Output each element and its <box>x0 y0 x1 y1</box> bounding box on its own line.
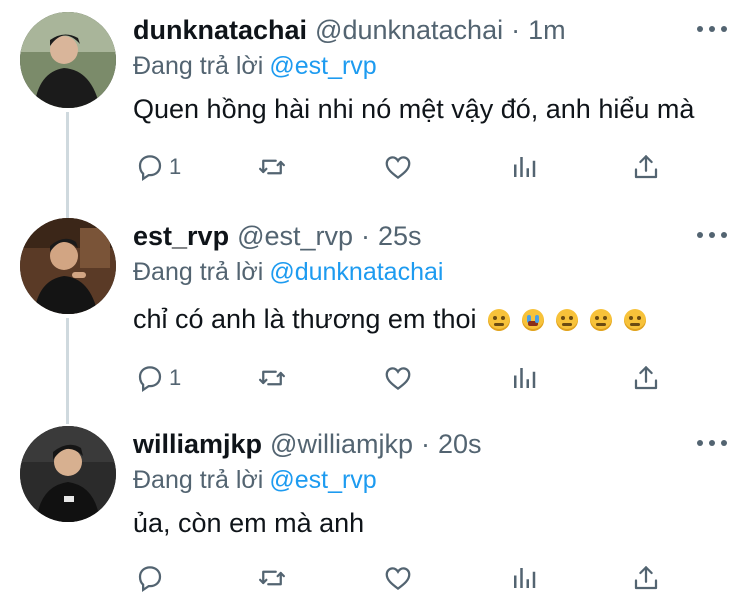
separator-dot: · <box>361 220 371 251</box>
tweet[interactable]: williamjkp @williamjkp · 20s Đang trả lờ… <box>0 426 751 600</box>
action-bar: 1 <box>133 147 673 187</box>
retweet-button[interactable] <box>257 558 287 598</box>
like-button[interactable] <box>383 558 413 598</box>
retweet-icon <box>259 159 285 175</box>
user-handle[interactable]: @est_rvp <box>237 221 353 252</box>
analytics-button[interactable] <box>509 558 539 598</box>
replying-to: Đang trả lời @est_rvp <box>133 52 377 81</box>
mention-link[interactable]: @dunknatachai <box>269 258 443 286</box>
share-icon <box>634 155 658 179</box>
retweet-button[interactable] <box>257 147 287 187</box>
confounded-face-emoji <box>590 308 613 331</box>
retweet-icon <box>259 570 285 586</box>
avatar[interactable] <box>20 426 116 522</box>
share-button[interactable] <box>631 358 661 398</box>
tweet-text: ủa, còn em mà anh <box>133 508 364 539</box>
display-name[interactable]: williamjkp <box>133 429 262 460</box>
like-icon <box>385 156 411 180</box>
persevering-face-emoji <box>556 308 579 331</box>
mention-link[interactable]: @est_rvp <box>269 52 376 80</box>
share-icon <box>634 566 658 590</box>
retweet-button[interactable] <box>257 358 287 398</box>
like-icon <box>385 567 411 591</box>
separator-dot: · <box>511 14 521 45</box>
tweet-header: est_rvp @est_rvp · 25s <box>133 218 422 254</box>
tweet[interactable]: dunknatachai @dunknatachai · 1m Đang trả… <box>0 12 751 202</box>
analytics-icon <box>514 568 536 588</box>
replying-to: Đang trả lời @est_rvp <box>133 466 377 495</box>
reply-icon <box>138 566 162 592</box>
tweet[interactable]: est_rvp @est_rvp · 25s Đang trả lời @dunk… <box>0 218 751 408</box>
tweet-header: williamjkp @williamjkp · 20s <box>133 426 482 462</box>
replying-to-label: Đang trả lời <box>133 52 264 80</box>
replying-to-label: Đang trả lời <box>133 466 264 494</box>
timestamp[interactable]: 25s <box>378 221 422 252</box>
replying-to-label: Đang trả lời <box>133 258 264 286</box>
replying-to: Đang trả lời @dunknatachai <box>133 258 443 287</box>
loudly-crying-face-emoji <box>522 308 545 331</box>
share-button[interactable] <box>631 147 661 187</box>
share-button[interactable] <box>631 558 661 598</box>
analytics-icon <box>514 368 536 388</box>
mention-link[interactable]: @est_rvp <box>269 466 376 494</box>
user-handle[interactable]: @williamjkp <box>270 429 413 460</box>
tweet-text-content: Quen hồng hài nhi nó mệt vậy đó, anh hiể… <box>133 94 695 124</box>
reply-icon <box>138 155 162 181</box>
tweet-header: dunknatachai @dunknatachai · 1m <box>133 12 566 48</box>
display-name[interactable]: dunknatachai <box>133 15 307 46</box>
tweet-text: chỉ có anh là thương em thoi <box>133 304 647 335</box>
separator-dot: · <box>420 428 430 459</box>
display-name[interactable]: est_rvp <box>133 221 229 252</box>
more-icon[interactable] <box>697 228 727 242</box>
more-icon[interactable] <box>697 22 727 36</box>
analytics-icon <box>514 157 536 177</box>
reply-button[interactable]: 1 <box>135 147 181 187</box>
action-bar <box>133 558 673 598</box>
tweet-text: Quen hồng hài nhi nó mệt vậy đó, anh hiể… <box>133 94 694 125</box>
like-icon <box>385 367 411 391</box>
like-button[interactable] <box>383 147 413 187</box>
analytics-button[interactable] <box>509 147 539 187</box>
retweet-icon <box>259 370 285 386</box>
tweet-text-content: ủa, còn em mà anh <box>133 508 365 538</box>
tweet-text-content: chỉ có anh là thương em thoi <box>133 304 477 334</box>
avatar[interactable] <box>20 12 116 108</box>
reply-count: 1 <box>169 154 182 179</box>
timestamp[interactable]: 20s <box>438 429 482 460</box>
avatar[interactable] <box>20 218 116 314</box>
reply-count: 1 <box>169 365 182 390</box>
user-handle[interactable]: @dunknatachai <box>315 15 503 46</box>
reply-icon <box>138 366 162 392</box>
share-icon <box>634 366 658 390</box>
analytics-button[interactable] <box>509 358 539 398</box>
action-bar: 1 <box>133 358 673 398</box>
reply-button[interactable] <box>135 558 169 598</box>
more-icon[interactable] <box>697 436 727 450</box>
timestamp[interactable]: 1m <box>528 15 566 46</box>
sneezing-face-emoji <box>624 308 647 331</box>
reply-button[interactable]: 1 <box>135 358 181 398</box>
pleading-face-emoji <box>488 308 511 331</box>
like-button[interactable] <box>383 358 413 398</box>
